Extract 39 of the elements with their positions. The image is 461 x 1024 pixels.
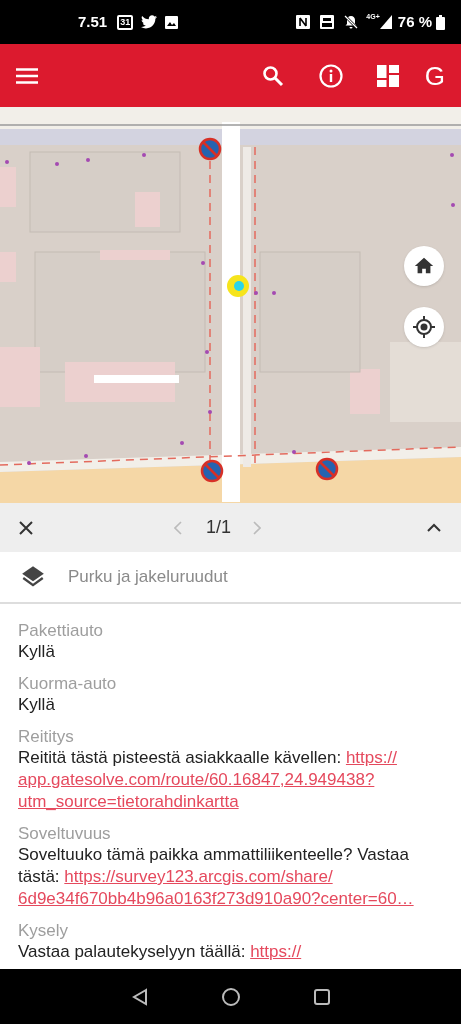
profile-button[interactable]: G — [424, 62, 445, 89]
status-time: 7.51 — [78, 11, 108, 32]
link[interactable]: https:// — [345, 748, 397, 767]
locate-icon — [412, 315, 436, 339]
calendar-icon: 31 — [117, 14, 134, 30]
close-button[interactable] — [18, 518, 36, 537]
page-counter: 1/1 — [206, 516, 232, 539]
field-label: Reititys — [18, 726, 75, 747]
back-button[interactable] — [130, 987, 149, 1006]
bird-icon — [141, 15, 158, 29]
collapse-button[interactable] — [427, 521, 443, 534]
battery-icon — [436, 14, 445, 30]
recents-button[interactable] — [312, 987, 331, 1006]
field-value: Soveltuuko tämä paikka ammattiliikenteelle? Vastaa tästä: https://survey123.arcgis.com/share/ 6d9e34f670bb4b96a0163f273d910a90?center=60… — [18, 844, 415, 910]
field-label: Pakettiauto — [18, 620, 105, 641]
link[interactable]: https://survey123.arcgis.com/share/ — [64, 867, 333, 886]
image-icon — [165, 15, 179, 29]
home-nav-button[interactable] — [220, 986, 241, 1007]
signal-icon — [379, 15, 392, 29]
field-value: Vastaa palautekyselyyn täällä: https:// — [18, 941, 303, 963]
search-button[interactable] — [261, 64, 284, 87]
field-label: Soveltuvuus — [18, 823, 112, 844]
layer-title: Purku ja jakeluruudut — [68, 566, 228, 589]
link[interactable]: 6d9e34f670bb4b96a0163f273d910a90?center=60… — [18, 889, 414, 908]
bell-off-icon — [344, 15, 359, 29]
link[interactable]: https:// — [250, 942, 302, 961]
field-value: Kyllä — [18, 694, 56, 716]
field-value: Reititä tästä pisteestä asiakkaalle kävellen: https:// app.gatesolve.com/route/60.16847,24.949438? utm_source=tietorahdinkartta — [18, 747, 398, 813]
info-button[interactable] — [318, 63, 343, 88]
menu-button[interactable] — [16, 66, 38, 85]
volte-icon — [320, 15, 335, 29]
nfc-icon — [296, 15, 311, 29]
field-value: Kyllä — [18, 641, 56, 663]
battery-level: 76 % — [397, 11, 432, 32]
field-label: Kysely — [18, 920, 70, 941]
field-label: Kuorma-auto — [18, 673, 118, 694]
layout-button[interactable] — [376, 64, 399, 87]
link[interactable]: app.gatesolve.com/route/60.16847,24.949438? — [18, 770, 375, 789]
link[interactable]: utm_source=tietorahdinkartta — [18, 792, 239, 811]
